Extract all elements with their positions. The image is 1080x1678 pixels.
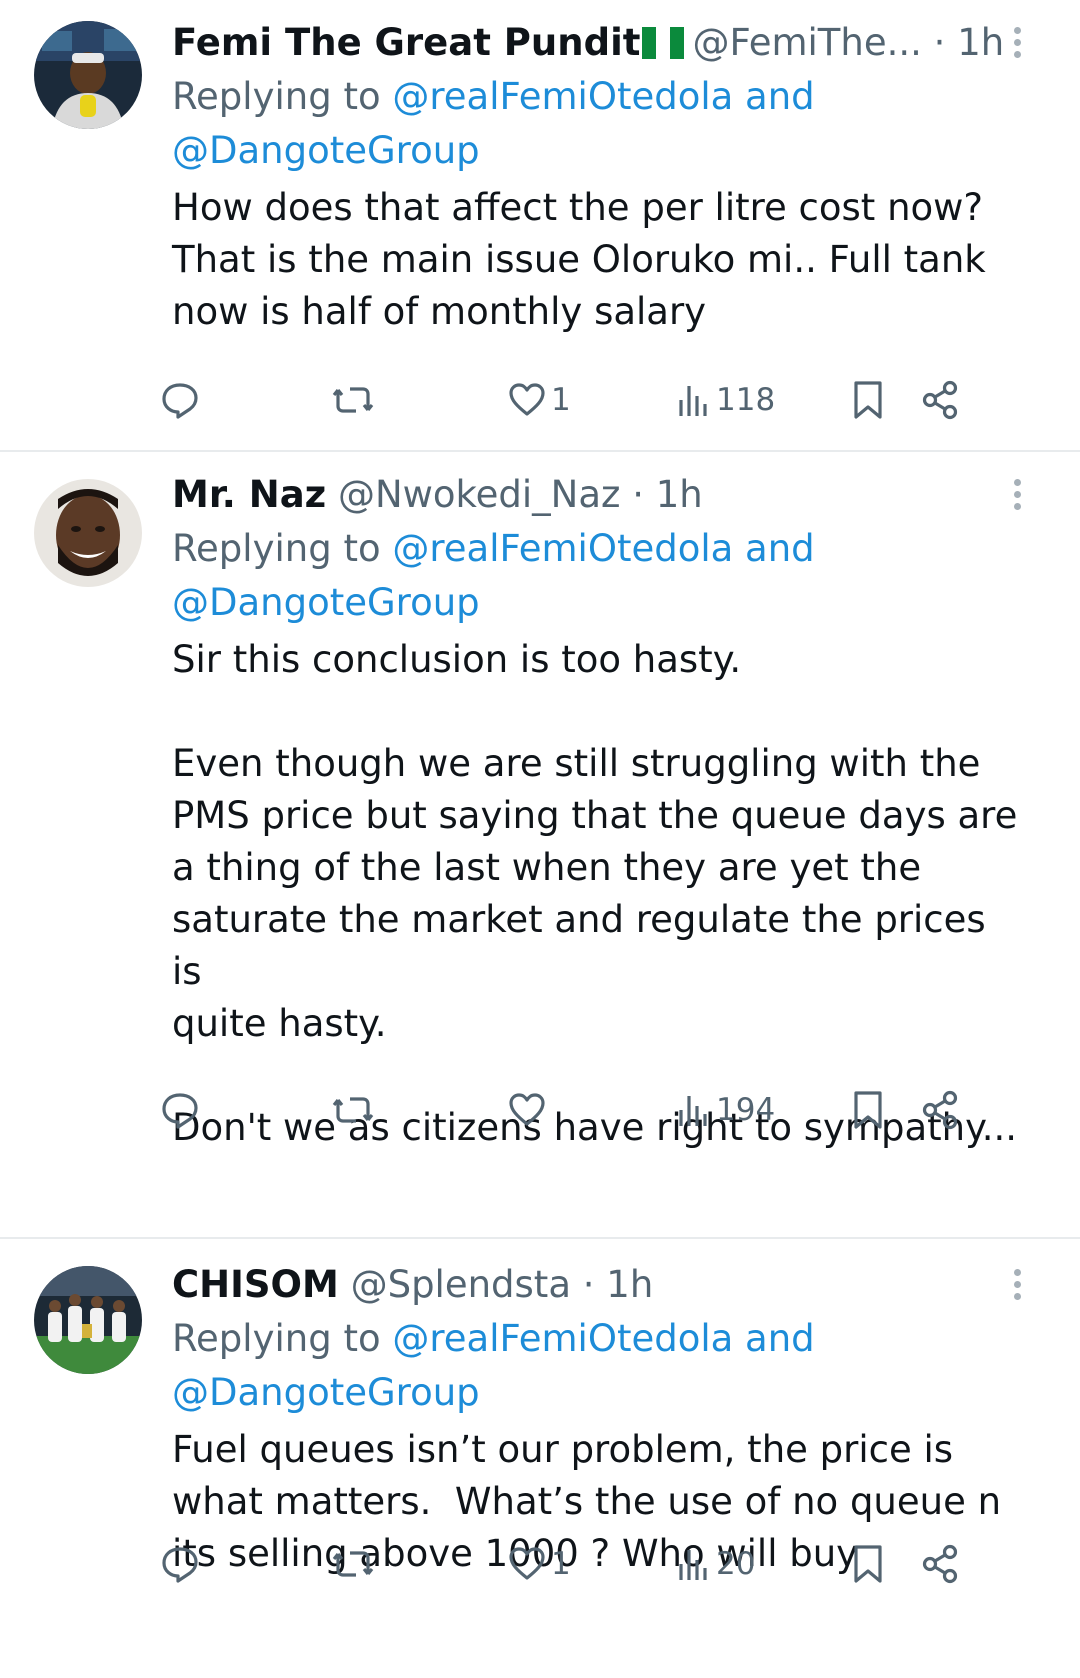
heart-icon [509,1093,545,1126]
views-icon [679,1096,707,1126]
reply-button[interactable] [160,1536,200,1592]
reply-icon [162,1547,198,1583]
retweet-button[interactable] [330,372,376,428]
replying-prefix: Replying to [172,75,393,118]
timestamp[interactable]: · 1h [934,21,1005,64]
share-icon [922,1544,958,1584]
tweet-text: Sir this conclusion is too hasty. Even t… [172,638,1018,1149]
like-button[interactable]: 1 [507,1536,571,1592]
views-button[interactable]: 20 [676,1536,755,1592]
display-name[interactable]: Mr. Naz [172,473,326,516]
bookmark-icon [854,1091,882,1129]
tweet[interactable]: Femi The Great Pundit @FemiThe... · 1h Re… [0,0,1080,451]
replying-to: Replying to @realFemiOtedola and @Dangot… [172,70,1020,178]
views-icon [679,1550,707,1580]
heart-icon [509,1547,545,1580]
more-options-icon[interactable] [1002,24,1032,64]
tweet[interactable]: Mr. Naz @Nwokedi_Naz · 1h Replying to @r… [0,452,1080,1239]
bookmark-icon [854,381,882,419]
mention-link[interactable]: @realFemiOtedola and [392,527,814,570]
heart-icon [509,383,545,416]
retweet-button[interactable] [330,1082,376,1138]
view-count: 118 [716,382,776,418]
tweet-actions: 194 [0,1082,1080,1138]
tweet-actions: 1 118 [0,372,1080,428]
replying-prefix: Replying to [172,1317,393,1360]
share-button[interactable] [920,372,962,428]
avatar[interactable] [34,21,142,129]
reply-button[interactable] [160,1082,200,1138]
replying-prefix: Replying to [172,527,393,570]
like-count: 1 [551,382,571,418]
mention-link[interactable]: @realFemiOtedola and [392,1317,814,1360]
like-button[interactable]: 1 [507,372,571,428]
nigeria-flag-icon [642,27,685,59]
user-handle[interactable]: @Nwokedi_Naz [338,473,621,516]
views-button[interactable]: 194 [676,1082,775,1138]
mention-link[interactable]: @realFemiOtedola and [392,75,814,118]
reply-button[interactable] [160,372,200,428]
view-count: 194 [716,1092,776,1128]
views-icon [679,386,707,416]
like-count: 1 [551,1546,571,1582]
user-handle[interactable]: @Splendsta [351,1263,571,1306]
mention-link[interactable]: @DangoteGroup [172,581,480,624]
tweet-header: CHISOM @Splendsta · 1h [172,1260,1020,1310]
views-button[interactable]: 118 [676,372,775,428]
replying-to: Replying to @realFemiOtedola and @Dangot… [172,1312,1020,1420]
share-icon [922,1090,958,1130]
retweet-button[interactable] [330,1536,376,1592]
tweet-header: Mr. Naz @Nwokedi_Naz · 1h [172,470,1020,520]
user-handle[interactable]: @FemiThe... [692,21,921,64]
mention-link[interactable]: @DangoteGroup [172,1371,480,1414]
like-button[interactable] [507,1082,551,1138]
tweet-header: Femi The Great Pundit @FemiThe... · 1h [172,18,1020,68]
avatar[interactable] [34,479,142,587]
retweet-icon [332,387,374,413]
retweet-icon [332,1097,374,1123]
reply-icon [162,383,198,419]
more-options-icon[interactable] [1002,476,1032,516]
share-button[interactable] [920,1536,962,1592]
view-count: 20 [716,1546,756,1582]
more-options-icon[interactable] [1002,1266,1032,1306]
timestamp[interactable]: · 1h [583,1263,654,1306]
retweet-icon [332,1551,374,1577]
display-name[interactable]: Femi The Great Pundit [172,21,640,64]
timestamp[interactable]: · 1h [632,473,703,516]
share-button[interactable] [920,1082,962,1138]
tweet-actions: 1 20 [0,1536,1080,1592]
tweet-text: How does that affect the per litre cost … [172,186,986,333]
bookmark-button[interactable] [850,1082,886,1138]
replying-to: Replying to @realFemiOtedola and @Dangot… [172,522,1020,630]
tweet[interactable]: CHISOM @Splendsta · 1h Replying to @real… [0,1240,1080,1678]
share-icon [922,380,958,420]
bookmark-button[interactable] [850,1536,886,1592]
display-name[interactable]: CHISOM [172,1263,339,1306]
mention-link[interactable]: @DangoteGroup [172,129,480,172]
divider [0,1237,1080,1239]
reply-icon [162,1093,198,1129]
bookmark-button[interactable] [850,372,886,428]
bookmark-icon [854,1545,882,1583]
avatar[interactable] [34,1266,142,1374]
